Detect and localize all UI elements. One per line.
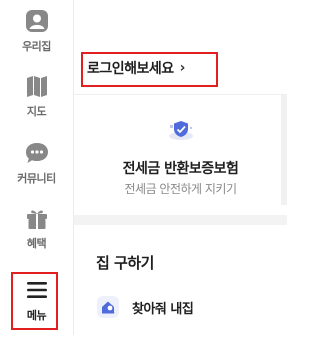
sidebar-item-map[interactable]: 지도	[0, 73, 73, 135]
sidebar-item-label: 커뮤니티	[17, 172, 56, 185]
sidebar-item-label: 우리집	[22, 40, 51, 53]
sidebar-item-home[interactable]: 우리집	[0, 8, 73, 70]
find-item-label: 찾아줘 내집	[132, 301, 194, 317]
chat-bubble-icon	[25, 143, 48, 163]
sidebar-item-label: 지도	[26, 105, 47, 118]
sidebar-item-label: 혜택	[26, 237, 47, 250]
person-icon	[25, 10, 48, 32]
insurance-shield-icon	[169, 121, 193, 140]
divider	[74, 94, 287, 95]
insurance-title: 전세금 반환보증보험	[122, 161, 239, 177]
sidebar-item-community[interactable]: 커뮤니티	[0, 140, 73, 202]
gift-icon	[26, 210, 47, 229]
login-highlight-box	[81, 52, 218, 87]
menu-highlight-box	[11, 272, 58, 330]
sidebar-item-benefits[interactable]: 혜택	[0, 205, 73, 267]
find-my-home-item[interactable]: 찾아줘 내집	[96, 295, 194, 319]
insurance-subtitle: 전세금 안전하게 지키기	[124, 182, 237, 196]
main-panel: 로그인해보세요 › 전세금 반환보증보험 전세금 안전하게 지키기 집 구하기 …	[74, 0, 287, 335]
house-search-icon	[97, 296, 119, 318]
section-title: 집 구하기	[96, 254, 154, 272]
section-divider	[74, 215, 287, 225]
sidebar-nav: 우리집 지도 커뮤니티 혜택 메뉴	[0, 0, 74, 335]
map-icon	[26, 76, 47, 97]
next-card-edge	[281, 95, 287, 205]
